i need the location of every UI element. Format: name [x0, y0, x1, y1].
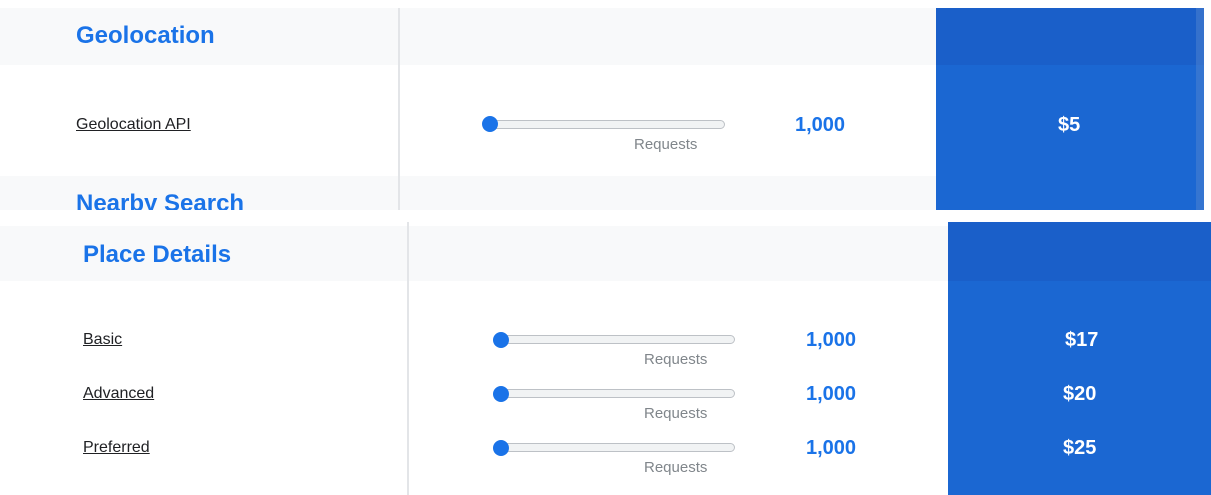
column-divider: [398, 8, 400, 210]
price-column-header: [936, 8, 1204, 65]
slider-caption: Requests: [644, 351, 708, 368]
request-count: 1,000: [806, 437, 857, 459]
slider-caption: Requests: [644, 405, 708, 422]
requests-slider-track[interactable]: [499, 335, 735, 344]
row-label-geolocation-api[interactable]: Geolocation API: [76, 116, 191, 134]
requests-slider-thumb[interactable]: [493, 440, 509, 456]
slider-caption: Requests: [644, 459, 708, 476]
requests-slider-track[interactable]: [499, 389, 735, 398]
price-column-header: [948, 222, 1211, 281]
requests-slider-track[interactable]: [499, 443, 735, 452]
row-label-preferred[interactable]: Preferred: [83, 439, 150, 457]
row-label-basic[interactable]: Basic: [83, 331, 122, 349]
requests-slider-thumb[interactable]: [493, 386, 509, 402]
monthly-price: $17: [1065, 329, 1099, 351]
price-column-edge: [1196, 8, 1204, 210]
section-title-place-details: Place Details: [83, 241, 232, 268]
request-count: 1,000: [795, 114, 846, 136]
row-label-advanced[interactable]: Advanced: [83, 385, 154, 403]
slider-caption: Requests: [634, 136, 698, 153]
column-divider: [407, 222, 409, 495]
place-details-pricing-panel: Place Details Basic Requests 1,000 $17 A…: [0, 222, 1211, 495]
section-title-nearby-search: Nearby Search: [76, 190, 245, 210]
requests-slider-thumb[interactable]: [482, 116, 498, 132]
monthly-price: $25: [1063, 437, 1097, 459]
request-count: 1,000: [806, 329, 857, 351]
requests-slider-thumb[interactable]: [493, 332, 509, 348]
section-title-geolocation: Geolocation: [76, 22, 215, 49]
request-count: 1,000: [806, 383, 857, 405]
requests-slider-track[interactable]: [489, 120, 725, 129]
monthly-price: $5: [1058, 114, 1081, 136]
price-column: [936, 8, 1204, 210]
geolocation-pricing-panel: Geolocation Nearby Search Geolocation AP…: [0, 0, 1211, 210]
monthly-price: $20: [1063, 383, 1097, 405]
